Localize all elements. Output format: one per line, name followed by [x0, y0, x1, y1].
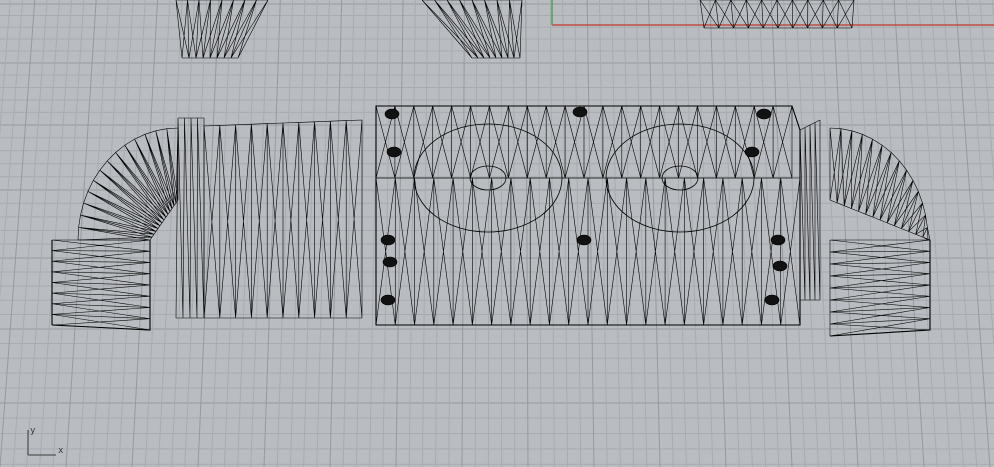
left-endcap-upper: [77, 127, 179, 241]
grid-line: [0, 0, 24, 301]
grid-line: [905, 0, 938, 467]
grid-line: [395, 0, 404, 467]
bolt-head: [576, 234, 592, 246]
grid-line: [893, 0, 925, 467]
grid-line: [342, 0, 355, 467]
3d-viewport[interactable]: y x: [0, 0, 994, 467]
grid-line: [709, 0, 727, 467]
grid-line: [598, 0, 608, 467]
bolt-head: [386, 146, 402, 158]
y-axis-label: y: [30, 426, 36, 436]
grid-line: [513, 0, 516, 467]
grid-line: [537, 0, 542, 467]
grid-line: [316, 0, 330, 467]
grid-line: [697, 0, 714, 467]
grid-line: [869, 0, 899, 467]
bolt-head: [380, 294, 396, 306]
bolt-head: [744, 146, 760, 158]
grid-line: [461, 0, 465, 467]
right-endcap-side: [829, 239, 931, 337]
axes-gizmo-icon: [27, 430, 56, 456]
grid-line: [819, 0, 846, 467]
grid-line: [783, 0, 806, 467]
grid-line: [65, 0, 97, 467]
grid-line: [78, 0, 109, 467]
axes-gizmo: y x: [22, 426, 64, 458]
grid-line: [562, 0, 569, 467]
grid-line: [684, 0, 701, 467]
grid-line: [355, 0, 367, 467]
wireframe-scene[interactable]: [0, 0, 994, 467]
grid-line: [39, 0, 73, 467]
grid-line: [157, 0, 183, 467]
bolt-head: [382, 256, 398, 268]
grid-line: [52, 0, 85, 467]
grid-line: [435, 0, 441, 467]
grid-line: [12, 0, 48, 467]
grid-line: [210, 0, 232, 467]
grid-line: [382, 0, 392, 467]
grid-line: [979, 0, 994, 186]
grid-line: [276, 0, 294, 467]
bolt-head: [772, 260, 788, 272]
grid-line: [171, 0, 195, 467]
bolt-head: [572, 106, 588, 118]
grid-line: [105, 0, 134, 467]
top-part-middle: [421, 0, 523, 59]
grid-line: [525, 0, 529, 467]
grid-line: [549, 0, 555, 467]
grid-line: [844, 0, 872, 467]
grid-line: [930, 0, 965, 467]
grid-line: [487, 0, 490, 467]
grid-line: [448, 0, 453, 467]
grid-line: [881, 0, 912, 467]
grid-line: [474, 0, 478, 467]
grid-line: [856, 0, 885, 467]
grid-line: [25, 0, 60, 467]
grid-line: [721, 0, 740, 467]
grid-line: [770, 0, 793, 467]
grid-line: [660, 0, 674, 467]
construction-grid: [0, 0, 994, 467]
grid-line: [635, 0, 648, 467]
grid-line: [369, 0, 380, 467]
bolt-head: [384, 108, 400, 120]
grid-line: [623, 0, 635, 467]
grid-line: [832, 0, 859, 467]
grid-line: [329, 0, 343, 467]
bolt-head: [764, 294, 780, 306]
grid-line: [91, 0, 122, 467]
grid-line: [184, 0, 208, 467]
grid-line: [144, 0, 171, 467]
bolt-head: [380, 234, 396, 246]
grid-line: [263, 0, 281, 467]
grid-line: [289, 0, 306, 467]
grid-line: [648, 0, 661, 467]
fan-housing-front: [375, 177, 801, 326]
grid-line: [942, 0, 978, 467]
x-axis-label: x: [58, 446, 64, 456]
bolt-head: [770, 234, 786, 246]
bolt-head: [756, 108, 772, 120]
